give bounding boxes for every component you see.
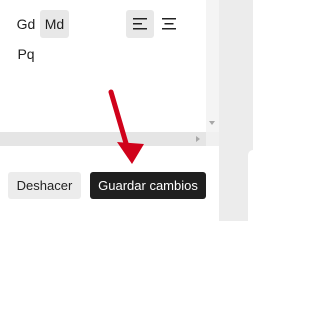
editor-stage: Gd Md Pq Deshacer Guardar cambios bbox=[0, 0, 253, 309]
font-size-small-button[interactable]: Pq bbox=[14, 40, 38, 68]
side-panel-card-edge bbox=[248, 150, 253, 221]
scrollbar-corner bbox=[206, 132, 219, 146]
scroll-down-arrow-icon[interactable] bbox=[209, 121, 215, 125]
annotation-arrow-icon bbox=[108, 89, 144, 164]
scroll-right-arrow-icon[interactable] bbox=[196, 136, 200, 142]
align-left-icon bbox=[133, 18, 147, 30]
undo-button[interactable]: Deshacer bbox=[8, 172, 81, 199]
save-changes-button[interactable]: Guardar cambios bbox=[90, 172, 206, 199]
font-size-medium-button[interactable]: Md bbox=[40, 10, 69, 38]
align-center-icon bbox=[162, 18, 176, 30]
font-size-large-button[interactable]: Gd bbox=[14, 10, 38, 38]
align-left-button[interactable] bbox=[126, 10, 154, 38]
align-center-button[interactable] bbox=[155, 10, 183, 38]
vertical-scrollbar[interactable] bbox=[206, 0, 219, 132]
